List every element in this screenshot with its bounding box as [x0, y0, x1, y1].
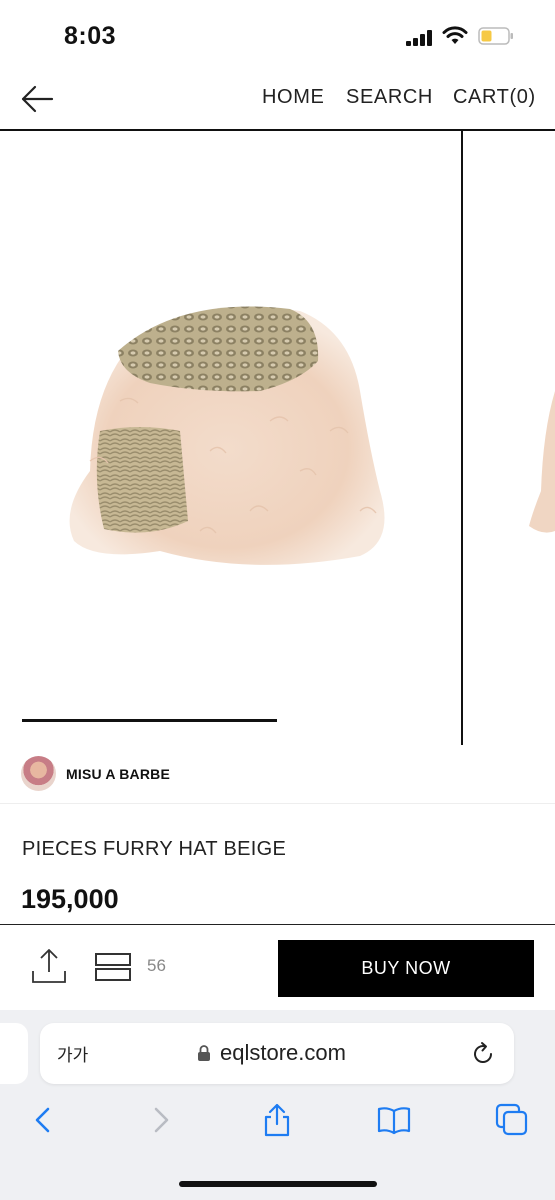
nav-cart-link[interactable]: CART(0)	[453, 86, 536, 109]
cellular-signal-icon	[406, 30, 432, 46]
reload-icon[interactable]	[470, 1041, 496, 1067]
address-bar[interactable]: 가가 eqlstore.com	[40, 1023, 514, 1084]
arrow-left-icon[interactable]	[20, 84, 54, 114]
text-size-button[interactable]: 가가	[57, 1041, 88, 1066]
next-product-image[interactable]	[463, 131, 555, 745]
product-title: PIECES FURRY HAT BEIGE	[22, 838, 287, 860]
wifi-icon	[442, 26, 468, 44]
nav-home-link[interactable]: HOME	[262, 86, 324, 109]
brand-name[interactable]: MISU A BARBE	[66, 766, 170, 782]
wishlist-icon[interactable]	[94, 952, 132, 982]
buy-now-button[interactable]: BUY NOW	[278, 940, 534, 997]
gallery-progress-bar	[22, 719, 277, 722]
nav-search-link[interactable]: SEARCH	[346, 86, 433, 109]
brand-row[interactable]: MISU A BARBE	[0, 745, 555, 804]
hat-image	[69, 306, 385, 565]
product-image[interactable]	[0, 131, 461, 745]
brand-avatar[interactable]	[21, 756, 56, 791]
wishlist-count: 56	[147, 956, 166, 975]
browser-back-icon[interactable]	[28, 1103, 62, 1137]
hat-image-partial	[529, 391, 555, 533]
previous-tab-peek[interactable]	[0, 1023, 28, 1084]
product-gallery[interactable]	[0, 131, 555, 745]
battery-icon	[478, 27, 513, 45]
product-price: 195,000	[21, 884, 119, 914]
share-icon[interactable]	[30, 947, 68, 985]
browser-share-icon[interactable]	[260, 1103, 294, 1137]
url-text[interactable]: eqlstore.com	[220, 1040, 346, 1066]
home-indicator	[179, 1181, 377, 1187]
browser-forward-icon[interactable]	[146, 1103, 180, 1137]
tabs-icon[interactable]	[495, 1103, 529, 1137]
lock-icon	[198, 1045, 210, 1061]
status-time: 8:03	[64, 22, 117, 50]
book-icon[interactable]	[377, 1103, 411, 1137]
action-divider	[0, 924, 555, 925]
